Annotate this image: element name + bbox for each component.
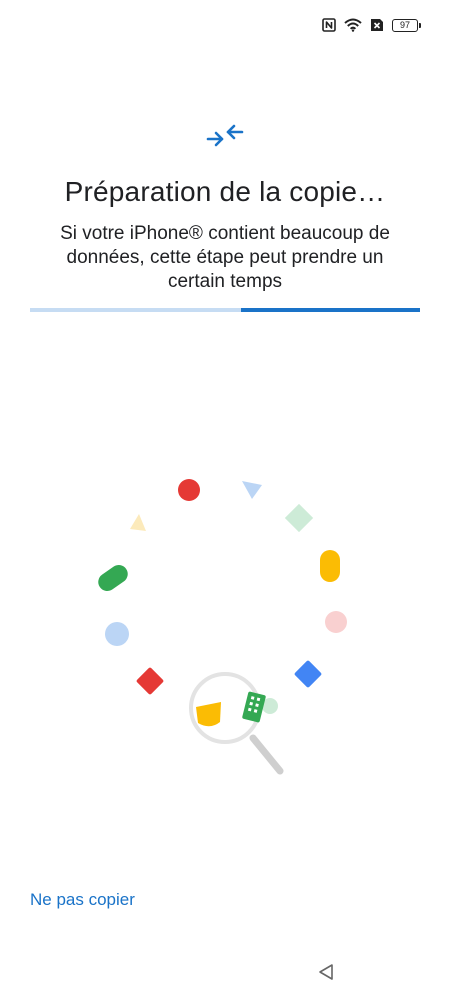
- magnifier-icon: [189, 672, 284, 775]
- light-blue-circle-shape: [105, 622, 129, 646]
- page-subtitle: Si votre iPhone® contient beaucoup de do…: [60, 223, 390, 292]
- red-circle-shape: [178, 479, 200, 501]
- yellow-triangle-shape: [130, 514, 146, 531]
- back-triangle-icon[interactable]: [316, 962, 336, 982]
- copying-illustration: [98, 479, 347, 775]
- blue-triangle-shape: [242, 481, 262, 499]
- status-bar: 97: [322, 14, 421, 36]
- no-sim-icon: [371, 19, 383, 31]
- pink-circle-shape: [325, 611, 347, 633]
- red-diamond-shape: [136, 667, 164, 695]
- skip-copy-button[interactable]: Ne pas copier: [30, 890, 135, 910]
- yellow-pill-shape: [320, 550, 340, 582]
- nfc-icon: [322, 18, 336, 32]
- transfer-arrows-icon: [206, 124, 244, 147]
- green-diamond-shape: [284, 503, 314, 533]
- progress-bar-fill: [240, 308, 420, 312]
- battery-icon: 97: [392, 18, 421, 32]
- progress-bar: [30, 308, 420, 312]
- wifi-icon: [344, 18, 362, 32]
- blue-diamond-shape: [294, 660, 322, 688]
- page-title: Préparation de la copie…: [64, 176, 386, 207]
- battery-level: 97: [399, 19, 410, 30]
- green-pill-shape: [98, 564, 128, 592]
